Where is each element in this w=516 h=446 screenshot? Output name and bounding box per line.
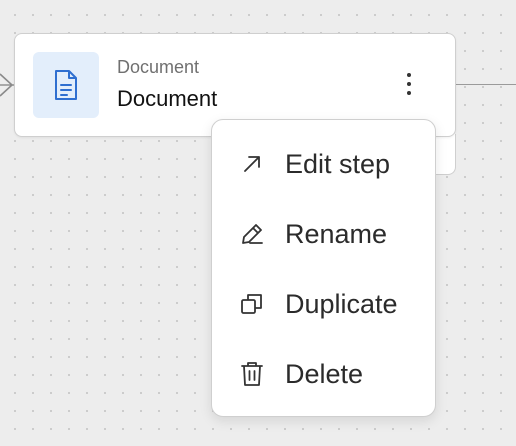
duplicate-icon [238,290,266,318]
menu-item-label: Delete [285,358,364,389]
node-title: Document [117,86,218,111]
menu-item-label: Duplicate [285,288,398,319]
document-icon [55,70,77,100]
trash-icon [238,360,266,388]
node-context-menu: Edit step Rename Duplicate Delete [211,119,436,417]
outgoing-connector-line [455,84,516,85]
node-type-label: Document [117,57,200,77]
menu-item-rename[interactable]: Rename [212,204,435,264]
node-icon-tile [33,52,99,118]
arrow-up-right-icon [238,150,266,178]
pencil-icon [238,220,266,248]
menu-item-edit-step[interactable]: Edit step [212,134,435,194]
menu-item-label: Edit step [285,148,391,179]
menu-item-delete[interactable]: Delete [212,344,435,404]
more-options-icon[interactable] [399,70,419,98]
menu-item-duplicate[interactable]: Duplicate [212,274,435,334]
menu-item-label: Rename [285,218,388,249]
